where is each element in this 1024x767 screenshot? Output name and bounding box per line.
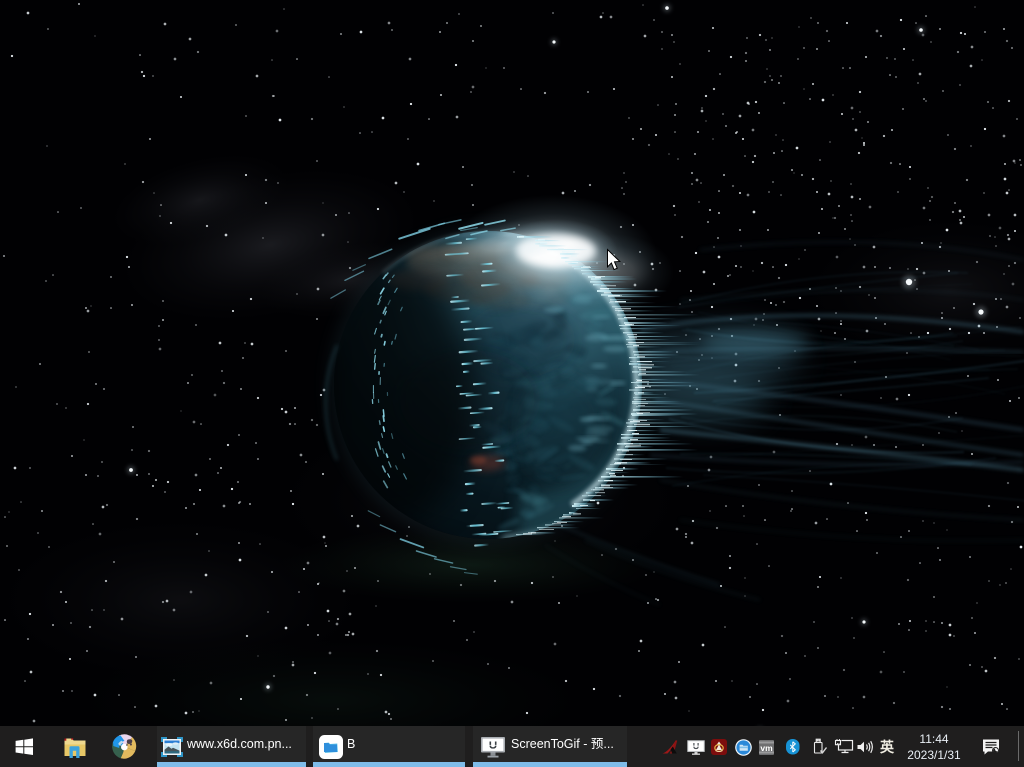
svg-text:vm: vm [760, 743, 773, 753]
